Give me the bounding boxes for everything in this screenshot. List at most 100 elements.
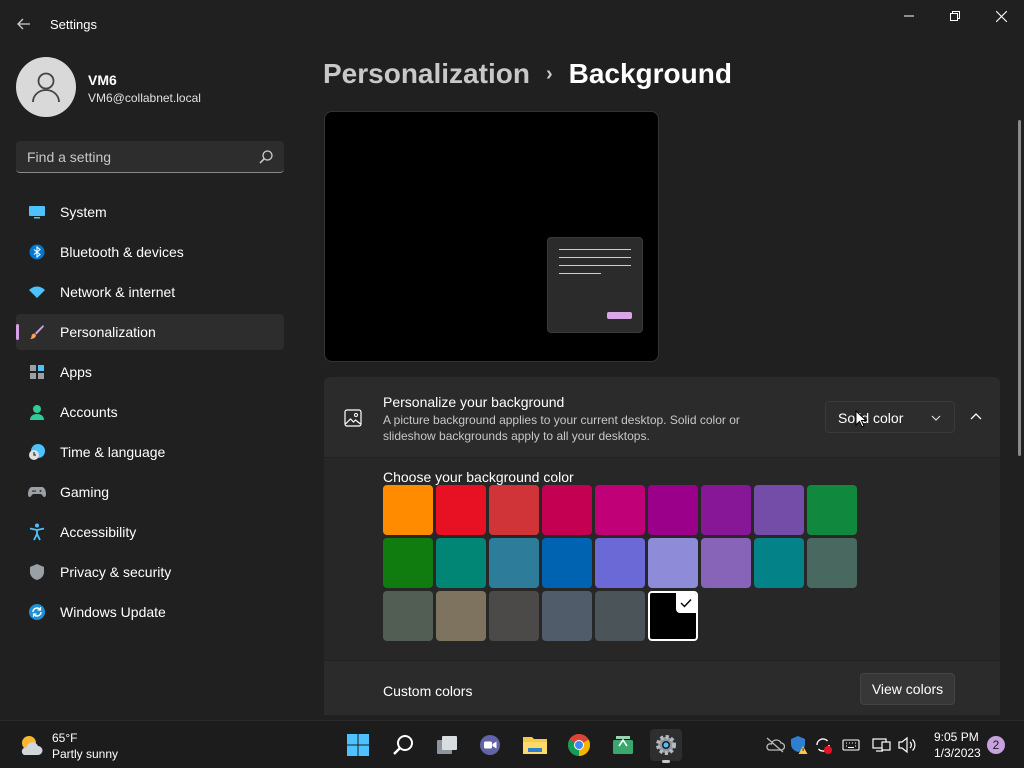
chrome-button[interactable]	[563, 729, 595, 761]
teams-chat-button[interactable]	[474, 729, 506, 761]
color-swatch[interactable]	[807, 538, 857, 588]
task-view-icon	[437, 736, 457, 754]
sidebar-item-time-language[interactable]: Time & language	[16, 434, 284, 470]
onedrive-offline-icon[interactable]	[765, 735, 785, 755]
collapse-button[interactable]	[961, 401, 991, 433]
view-colors-button[interactable]: View colors	[860, 673, 955, 705]
app-title: Settings	[50, 17, 97, 32]
chrome-icon	[568, 734, 590, 756]
taskbar: 65°F Partly sunny 9:05 PM 1/3/2023 2	[0, 720, 1024, 768]
settings-taskbar-button[interactable]	[650, 729, 682, 763]
back-button[interactable]	[8, 10, 40, 38]
gamepad-icon	[28, 483, 46, 501]
taskbar-search-button[interactable]	[387, 729, 419, 761]
weather-description: Partly sunny	[52, 747, 119, 761]
color-swatch[interactable]	[754, 485, 804, 535]
bluetooth-icon	[28, 243, 46, 261]
color-swatch[interactable]	[383, 538, 433, 588]
preview-line	[559, 273, 601, 274]
sidebar-item-label: Time & language	[60, 444, 166, 460]
back-arrow-icon	[17, 18, 30, 30]
sharing-app-button[interactable]	[607, 729, 639, 761]
minimize-button[interactable]	[886, 0, 932, 32]
apps-icon	[28, 363, 46, 381]
sidebar-item-accessibility[interactable]: Accessibility	[16, 514, 284, 550]
file-explorer-button[interactable]	[519, 729, 551, 761]
personalize-background-card: Personalize your background A picture ba…	[324, 377, 1000, 457]
search-input[interactable]: Find a setting	[16, 141, 284, 173]
sidebar-item-bluetooth[interactable]: Bluetooth & devices	[16, 234, 284, 270]
windows-logo-icon	[347, 734, 369, 756]
active-app-indicator	[662, 760, 670, 763]
chevron-up-icon	[970, 413, 982, 420]
restore-button[interactable]	[932, 0, 978, 32]
notification-badge[interactable]: 2	[987, 736, 1005, 754]
color-swatch[interactable]	[489, 538, 539, 588]
color-swatch[interactable]	[489, 485, 539, 535]
start-button[interactable]	[342, 729, 374, 761]
sidebar-item-windows-update[interactable]: Windows Update	[16, 594, 284, 630]
color-swatch[interactable]	[595, 538, 645, 588]
color-swatch[interactable]	[648, 538, 698, 588]
dropdown-value: Solid color	[838, 410, 904, 426]
weather-partly-sunny-icon[interactable]	[18, 733, 44, 759]
sidebar-item-network[interactable]: Network & internet	[16, 274, 284, 310]
sync-alert-icon[interactable]	[813, 735, 833, 755]
wifi-icon	[28, 283, 46, 301]
color-swatch[interactable]	[648, 485, 698, 535]
color-swatch[interactable]	[542, 591, 592, 641]
breadcrumb-parent[interactable]: Personalization	[323, 58, 530, 90]
person-icon	[32, 72, 60, 103]
sidebar-item-label: System	[60, 204, 107, 220]
scrollbar[interactable]	[1018, 120, 1021, 456]
color-swatch[interactable]	[436, 591, 486, 641]
sidebar-item-label: Bluetooth & devices	[60, 244, 184, 260]
preview-line	[559, 265, 631, 266]
color-swatch[interactable]	[807, 485, 857, 535]
sidebar-item-label: Apps	[60, 364, 92, 380]
keyboard-icon[interactable]	[841, 735, 861, 755]
minimize-icon	[904, 15, 914, 17]
sidebar-item-system[interactable]: System	[16, 194, 284, 230]
gear-icon	[656, 735, 676, 755]
color-swatch[interactable]	[489, 591, 539, 641]
color-swatch[interactable]	[436, 485, 486, 535]
color-swatch[interactable]	[436, 538, 486, 588]
color-swatch[interactable]	[648, 591, 698, 641]
color-swatch[interactable]	[383, 591, 433, 641]
mouse-cursor-icon	[855, 410, 867, 428]
sidebar-item-privacy-security[interactable]: Privacy & security	[16, 554, 284, 590]
sidebar-item-label: Accounts	[60, 404, 118, 420]
sidebar-item-accounts[interactable]: Accounts	[16, 394, 284, 430]
search-icon	[393, 735, 413, 755]
sidebar-item-label: Personalization	[60, 324, 156, 340]
brush-icon	[28, 323, 46, 341]
network-icon[interactable]	[872, 735, 892, 755]
sidebar-item-personalization[interactable]: Personalization	[16, 314, 284, 350]
avatar[interactable]	[16, 57, 76, 117]
color-swatch[interactable]	[595, 591, 645, 641]
color-swatch[interactable]	[701, 538, 751, 588]
sidebar-item-gaming[interactable]: Gaming	[16, 474, 284, 510]
volume-icon[interactable]	[897, 735, 917, 755]
clock-globe-icon	[28, 443, 46, 461]
close-button[interactable]	[978, 0, 1024, 32]
color-swatch[interactable]	[754, 538, 804, 588]
chevron-down-icon	[931, 415, 941, 421]
title-bar: Settings	[0, 0, 1024, 48]
close-icon	[995, 10, 1007, 22]
color-swatch[interactable]	[595, 485, 645, 535]
background-type-dropdown[interactable]: Solid color	[825, 401, 955, 433]
sidebar-item-apps[interactable]: Apps	[16, 354, 284, 390]
clock-date[interactable]: 1/3/2023	[934, 746, 981, 760]
color-swatch[interactable]	[542, 485, 592, 535]
task-view-button[interactable]	[431, 729, 463, 761]
accessibility-icon	[28, 523, 46, 541]
color-swatch[interactable]	[542, 538, 592, 588]
user-name: VM6	[88, 72, 117, 88]
clock-time[interactable]: 9:05 PM	[934, 730, 979, 744]
user-email: VM6@collabnet.local	[88, 91, 201, 105]
color-swatch[interactable]	[383, 485, 433, 535]
color-swatch[interactable]	[701, 485, 751, 535]
security-warning-icon[interactable]	[789, 735, 809, 755]
